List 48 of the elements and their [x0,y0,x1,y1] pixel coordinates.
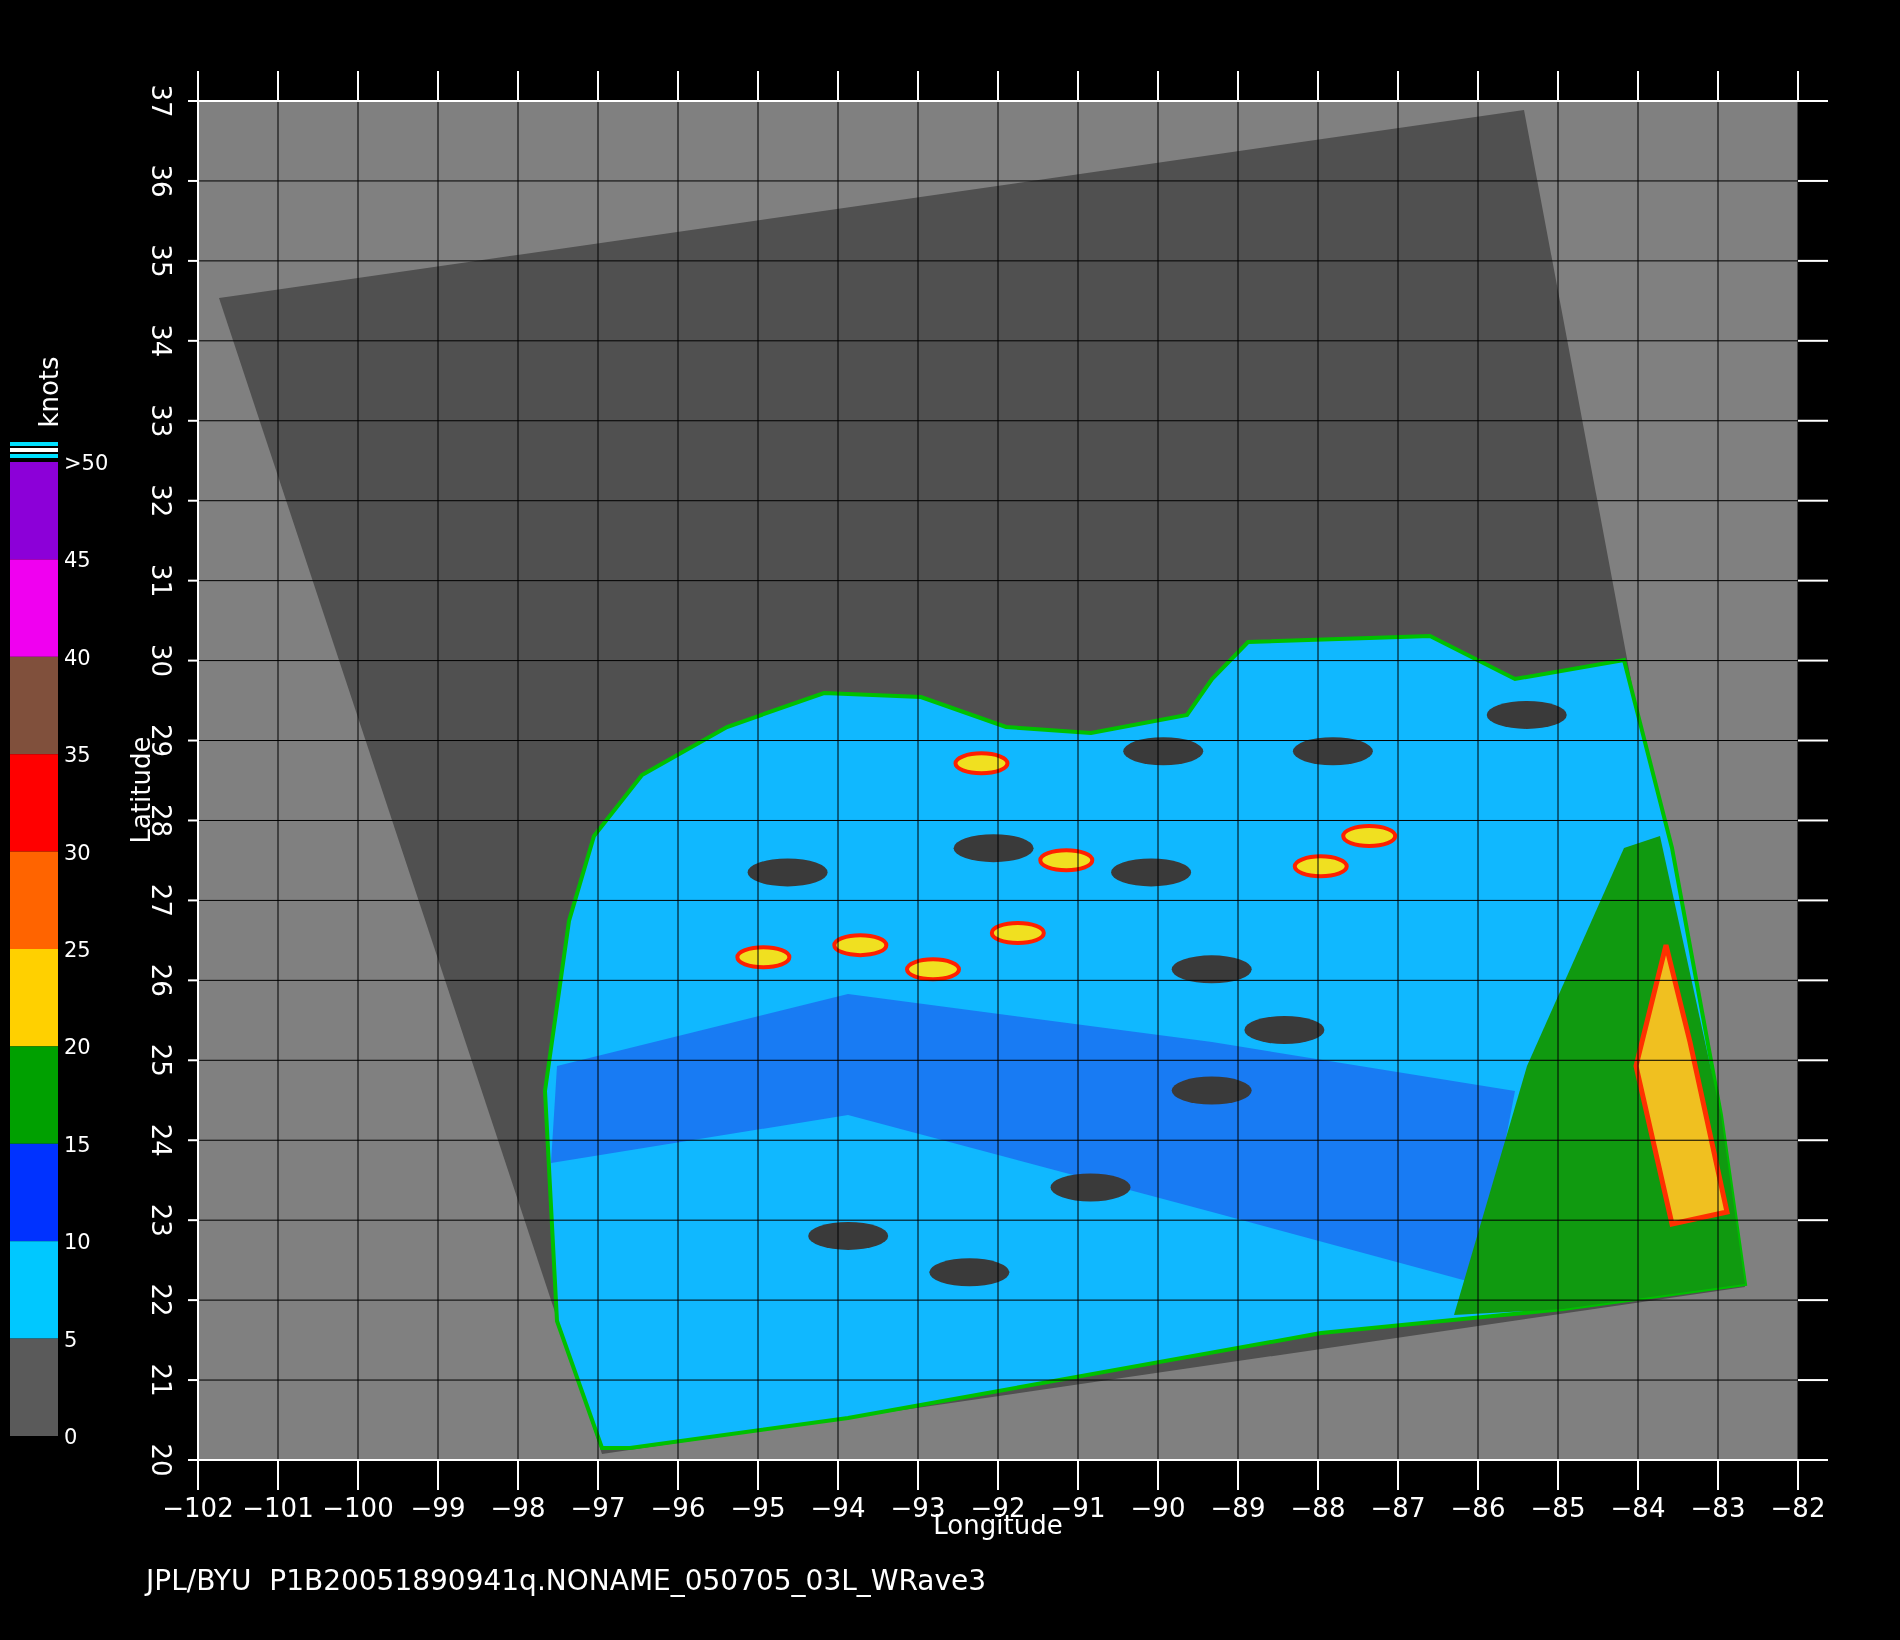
axis-tick-label: 37 [146,84,176,118]
axis-tick-label: −89 [1210,1493,1266,1523]
axis-tick-label: 25 [146,1043,176,1077]
axis-tick-label: −94 [810,1493,866,1523]
figure-caption: JPL/BYU P1B20051890941q.NONAME_050705_03L_WRave3 [143,1564,987,1597]
colorbar-label: 30 [64,840,91,865]
colorbar-label: 20 [64,1035,91,1060]
axis-tick-label: 35 [146,244,176,278]
axis-tick-label: 31 [146,564,176,598]
axis-tick-label: −83 [1690,1493,1746,1523]
colorbar-unit: knots [34,356,64,428]
axis-tick-label: 22 [146,1283,176,1317]
axis-tick-label: −87 [1370,1493,1426,1523]
axis-tick-label: 20 [146,1443,176,1477]
axis-tick-label: −97 [570,1493,626,1523]
axis-tick-label: 26 [146,963,176,997]
axis-tick-label: −96 [650,1493,706,1523]
axis-tick-label: −85 [1530,1493,1586,1523]
axis-tick-label: 33 [146,404,176,438]
colorbar-label: 10 [64,1230,91,1255]
axis-tick-label: −90 [1130,1493,1186,1523]
colorbar-label: >50 [64,451,109,475]
axis-tick-label: −99 [410,1493,466,1523]
axis-tick-label: 23 [146,1203,176,1237]
colorbar-label: 45 [64,548,91,573]
axis-tick-label: −88 [1290,1493,1346,1523]
axis-tick-label: 21 [146,1363,176,1397]
colorbar-label: 40 [64,645,91,670]
axis-tick-label: 27 [146,883,176,917]
colorbar-label: 25 [64,938,91,962]
axis-tick-label: 32 [146,484,176,518]
axis-tick-label: 24 [146,1123,176,1157]
axis-tick-label: −102 [162,1493,234,1523]
axis-tick-label: −86 [1450,1493,1506,1523]
axis-tick-label: 30 [146,644,176,678]
colorbar-label: 15 [64,1132,91,1157]
colorbar-label: 0 [64,1425,78,1449]
axis-tick-label: −84 [1610,1493,1666,1523]
colorbar-top-stripes [10,442,58,458]
axis-tick-label: −100 [322,1493,394,1523]
colorbar-label: 5 [64,1327,78,1352]
axis-tick-label: 36 [146,164,176,198]
axis-tick-label: 34 [146,324,176,358]
axis-tick-label: −101 [242,1493,314,1523]
colorbar-label: 35 [64,743,91,768]
axis-tick-label: −95 [730,1493,786,1523]
axis-tick-label: −98 [490,1493,546,1523]
axis-tick-label: −82 [1770,1493,1826,1523]
